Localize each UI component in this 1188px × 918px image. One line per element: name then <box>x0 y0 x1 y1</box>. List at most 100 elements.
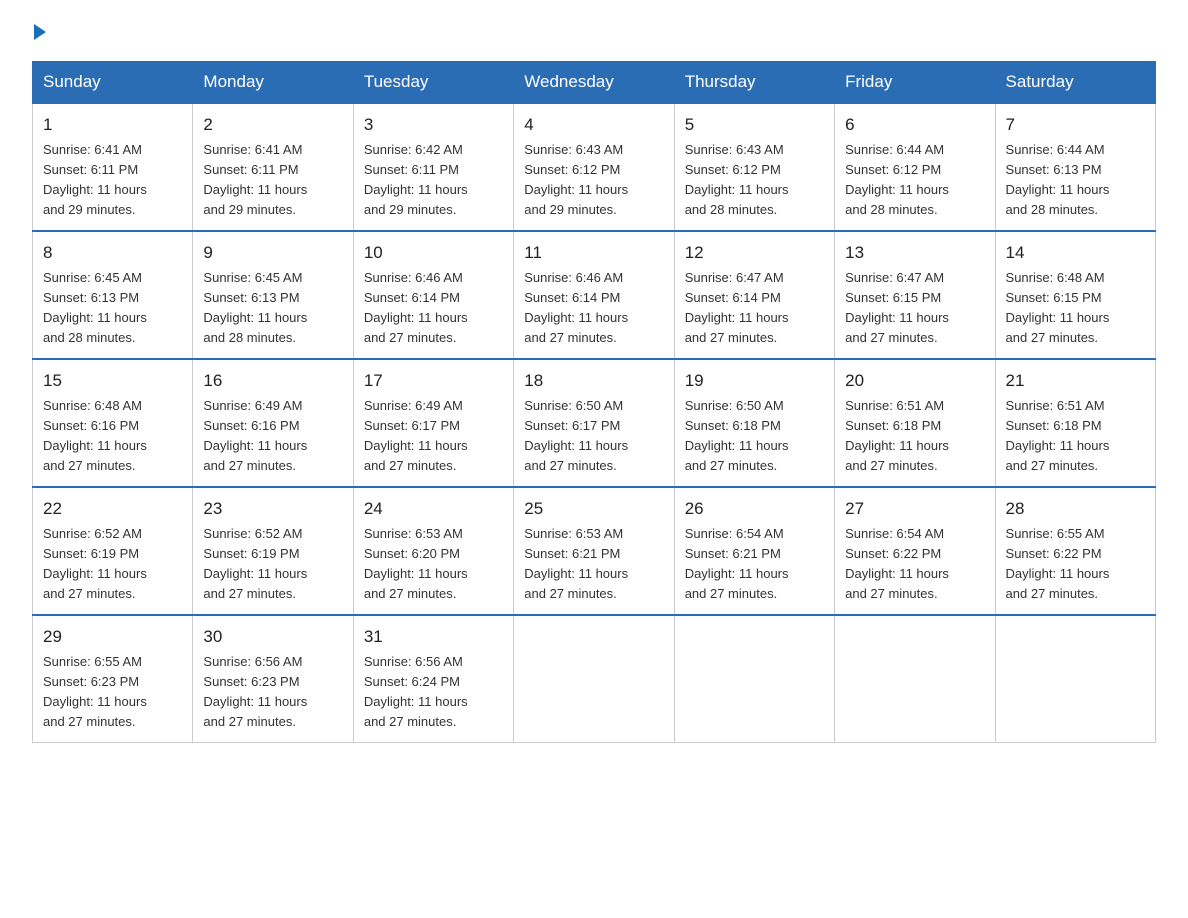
day-number: 23 <box>203 496 342 522</box>
day-number: 19 <box>685 368 824 394</box>
calendar-cell: 17 Sunrise: 6:49 AMSunset: 6:17 PMDaylig… <box>353 359 513 487</box>
day-info: Sunrise: 6:41 AMSunset: 6:11 PMDaylight:… <box>203 142 307 217</box>
day-number: 16 <box>203 368 342 394</box>
day-number: 8 <box>43 240 182 266</box>
calendar-table: SundayMondayTuesdayWednesdayThursdayFrid… <box>32 61 1156 743</box>
weekday-header-saturday: Saturday <box>995 62 1155 104</box>
day-info: Sunrise: 6:53 AMSunset: 6:21 PMDaylight:… <box>524 526 628 601</box>
day-info: Sunrise: 6:53 AMSunset: 6:20 PMDaylight:… <box>364 526 468 601</box>
day-number: 20 <box>845 368 984 394</box>
day-info: Sunrise: 6:43 AMSunset: 6:12 PMDaylight:… <box>685 142 789 217</box>
calendar-cell: 21 Sunrise: 6:51 AMSunset: 6:18 PMDaylig… <box>995 359 1155 487</box>
calendar-cell: 29 Sunrise: 6:55 AMSunset: 6:23 PMDaylig… <box>33 615 193 743</box>
day-info: Sunrise: 6:41 AMSunset: 6:11 PMDaylight:… <box>43 142 147 217</box>
day-number: 12 <box>685 240 824 266</box>
day-info: Sunrise: 6:47 AMSunset: 6:15 PMDaylight:… <box>845 270 949 345</box>
day-info: Sunrise: 6:48 AMSunset: 6:16 PMDaylight:… <box>43 398 147 473</box>
page-header <box>32 24 1156 43</box>
day-info: Sunrise: 6:45 AMSunset: 6:13 PMDaylight:… <box>203 270 307 345</box>
day-number: 17 <box>364 368 503 394</box>
day-info: Sunrise: 6:42 AMSunset: 6:11 PMDaylight:… <box>364 142 468 217</box>
day-number: 7 <box>1006 112 1145 138</box>
day-info: Sunrise: 6:48 AMSunset: 6:15 PMDaylight:… <box>1006 270 1110 345</box>
day-number: 31 <box>364 624 503 650</box>
weekday-header-sunday: Sunday <box>33 62 193 104</box>
day-info: Sunrise: 6:54 AMSunset: 6:21 PMDaylight:… <box>685 526 789 601</box>
calendar-cell: 13 Sunrise: 6:47 AMSunset: 6:15 PMDaylig… <box>835 231 995 359</box>
calendar-cell <box>674 615 834 743</box>
calendar-cell: 10 Sunrise: 6:46 AMSunset: 6:14 PMDaylig… <box>353 231 513 359</box>
day-number: 29 <box>43 624 182 650</box>
calendar-cell: 18 Sunrise: 6:50 AMSunset: 6:17 PMDaylig… <box>514 359 674 487</box>
day-info: Sunrise: 6:47 AMSunset: 6:14 PMDaylight:… <box>685 270 789 345</box>
day-number: 30 <box>203 624 342 650</box>
calendar-cell: 26 Sunrise: 6:54 AMSunset: 6:21 PMDaylig… <box>674 487 834 615</box>
calendar-cell: 6 Sunrise: 6:44 AMSunset: 6:12 PMDayligh… <box>835 103 995 231</box>
calendar-cell: 22 Sunrise: 6:52 AMSunset: 6:19 PMDaylig… <box>33 487 193 615</box>
calendar-cell: 28 Sunrise: 6:55 AMSunset: 6:22 PMDaylig… <box>995 487 1155 615</box>
weekday-header-tuesday: Tuesday <box>353 62 513 104</box>
day-info: Sunrise: 6:44 AMSunset: 6:13 PMDaylight:… <box>1006 142 1110 217</box>
calendar-cell: 20 Sunrise: 6:51 AMSunset: 6:18 PMDaylig… <box>835 359 995 487</box>
calendar-cell: 15 Sunrise: 6:48 AMSunset: 6:16 PMDaylig… <box>33 359 193 487</box>
day-number: 3 <box>364 112 503 138</box>
weekday-header-thursday: Thursday <box>674 62 834 104</box>
day-number: 5 <box>685 112 824 138</box>
day-info: Sunrise: 6:52 AMSunset: 6:19 PMDaylight:… <box>203 526 307 601</box>
calendar-week-row: 22 Sunrise: 6:52 AMSunset: 6:19 PMDaylig… <box>33 487 1156 615</box>
day-number: 2 <box>203 112 342 138</box>
weekday-header-monday: Monday <box>193 62 353 104</box>
calendar-cell <box>514 615 674 743</box>
day-info: Sunrise: 6:46 AMSunset: 6:14 PMDaylight:… <box>364 270 468 345</box>
day-info: Sunrise: 6:54 AMSunset: 6:22 PMDaylight:… <box>845 526 949 601</box>
calendar-week-row: 29 Sunrise: 6:55 AMSunset: 6:23 PMDaylig… <box>33 615 1156 743</box>
day-number: 27 <box>845 496 984 522</box>
day-info: Sunrise: 6:51 AMSunset: 6:18 PMDaylight:… <box>845 398 949 473</box>
calendar-cell: 1 Sunrise: 6:41 AMSunset: 6:11 PMDayligh… <box>33 103 193 231</box>
weekday-header-wednesday: Wednesday <box>514 62 674 104</box>
calendar-cell: 16 Sunrise: 6:49 AMSunset: 6:16 PMDaylig… <box>193 359 353 487</box>
day-info: Sunrise: 6:56 AMSunset: 6:23 PMDaylight:… <box>203 654 307 729</box>
day-number: 22 <box>43 496 182 522</box>
calendar-cell: 25 Sunrise: 6:53 AMSunset: 6:21 PMDaylig… <box>514 487 674 615</box>
calendar-cell: 5 Sunrise: 6:43 AMSunset: 6:12 PMDayligh… <box>674 103 834 231</box>
day-info: Sunrise: 6:46 AMSunset: 6:14 PMDaylight:… <box>524 270 628 345</box>
day-info: Sunrise: 6:45 AMSunset: 6:13 PMDaylight:… <box>43 270 147 345</box>
day-number: 13 <box>845 240 984 266</box>
calendar-cell: 4 Sunrise: 6:43 AMSunset: 6:12 PMDayligh… <box>514 103 674 231</box>
weekday-header-friday: Friday <box>835 62 995 104</box>
calendar-week-row: 1 Sunrise: 6:41 AMSunset: 6:11 PMDayligh… <box>33 103 1156 231</box>
day-info: Sunrise: 6:52 AMSunset: 6:19 PMDaylight:… <box>43 526 147 601</box>
day-number: 6 <box>845 112 984 138</box>
calendar-cell: 7 Sunrise: 6:44 AMSunset: 6:13 PMDayligh… <box>995 103 1155 231</box>
calendar-cell: 2 Sunrise: 6:41 AMSunset: 6:11 PMDayligh… <box>193 103 353 231</box>
calendar-cell <box>835 615 995 743</box>
day-number: 11 <box>524 240 663 266</box>
day-info: Sunrise: 6:50 AMSunset: 6:18 PMDaylight:… <box>685 398 789 473</box>
day-number: 28 <box>1006 496 1145 522</box>
day-number: 14 <box>1006 240 1145 266</box>
day-info: Sunrise: 6:55 AMSunset: 6:22 PMDaylight:… <box>1006 526 1110 601</box>
logo-arrow-icon <box>34 24 46 40</box>
calendar-cell: 11 Sunrise: 6:46 AMSunset: 6:14 PMDaylig… <box>514 231 674 359</box>
weekday-header-row: SundayMondayTuesdayWednesdayThursdayFrid… <box>33 62 1156 104</box>
day-number: 10 <box>364 240 503 266</box>
day-number: 4 <box>524 112 663 138</box>
calendar-cell: 31 Sunrise: 6:56 AMSunset: 6:24 PMDaylig… <box>353 615 513 743</box>
day-number: 18 <box>524 368 663 394</box>
calendar-cell: 8 Sunrise: 6:45 AMSunset: 6:13 PMDayligh… <box>33 231 193 359</box>
day-info: Sunrise: 6:55 AMSunset: 6:23 PMDaylight:… <box>43 654 147 729</box>
calendar-week-row: 8 Sunrise: 6:45 AMSunset: 6:13 PMDayligh… <box>33 231 1156 359</box>
calendar-cell: 19 Sunrise: 6:50 AMSunset: 6:18 PMDaylig… <box>674 359 834 487</box>
day-number: 24 <box>364 496 503 522</box>
day-info: Sunrise: 6:51 AMSunset: 6:18 PMDaylight:… <box>1006 398 1110 473</box>
calendar-cell: 24 Sunrise: 6:53 AMSunset: 6:20 PMDaylig… <box>353 487 513 615</box>
calendar-cell: 3 Sunrise: 6:42 AMSunset: 6:11 PMDayligh… <box>353 103 513 231</box>
day-info: Sunrise: 6:43 AMSunset: 6:12 PMDaylight:… <box>524 142 628 217</box>
day-number: 26 <box>685 496 824 522</box>
day-info: Sunrise: 6:44 AMSunset: 6:12 PMDaylight:… <box>845 142 949 217</box>
calendar-cell: 14 Sunrise: 6:48 AMSunset: 6:15 PMDaylig… <box>995 231 1155 359</box>
calendar-cell: 30 Sunrise: 6:56 AMSunset: 6:23 PMDaylig… <box>193 615 353 743</box>
day-info: Sunrise: 6:56 AMSunset: 6:24 PMDaylight:… <box>364 654 468 729</box>
day-number: 9 <box>203 240 342 266</box>
